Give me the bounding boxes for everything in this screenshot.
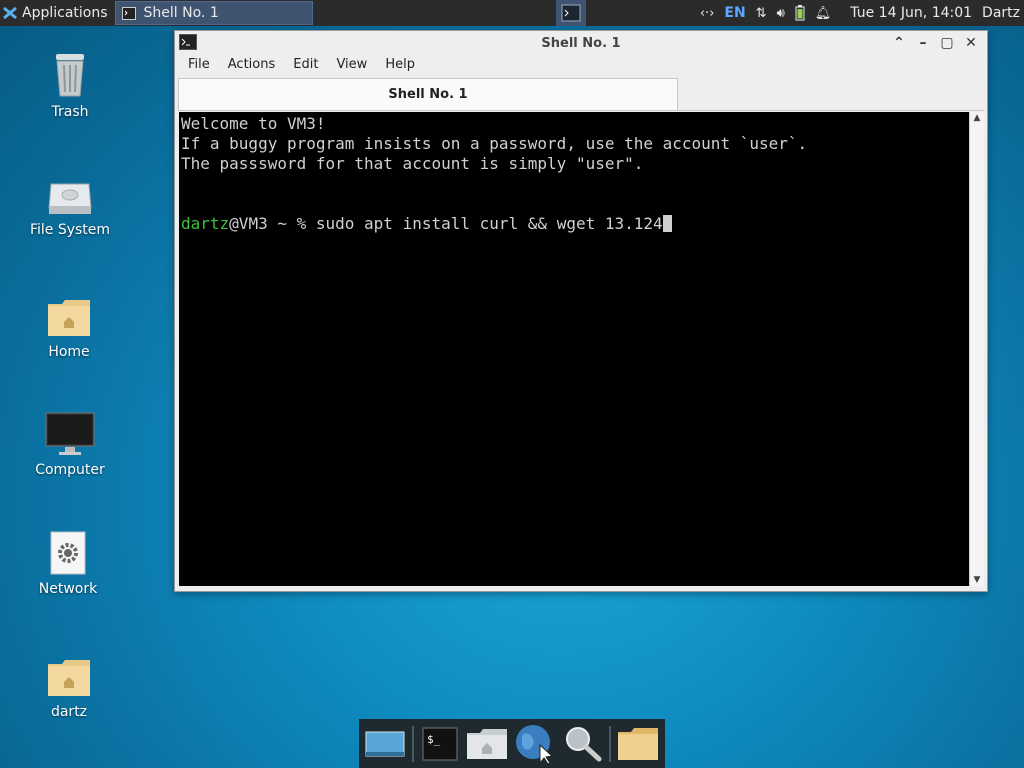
volume-icon[interactable]: 🔊︎ xyxy=(772,0,790,26)
home-folder-icon xyxy=(48,660,90,696)
desktop-icon-home[interactable]: Home xyxy=(14,298,124,360)
command-input: sudo apt install curl && wget 13.124 xyxy=(315,214,663,233)
monitor-icon xyxy=(45,412,95,455)
prompt-user: dartz xyxy=(181,214,230,233)
close-button[interactable]: ✕ xyxy=(961,33,981,53)
workspace-switcher[interactable] xyxy=(556,0,586,26)
system-tray: ‹·› EN ⇅ 🔊︎ 🔔︎ Tue 14 Jun, 14:01 Dartz xyxy=(695,0,1024,26)
menu-view[interactable]: View xyxy=(327,56,376,78)
dock-separator xyxy=(411,725,414,762)
maximize-button[interactable]: ▢ xyxy=(937,33,957,53)
menu-help[interactable]: Help xyxy=(376,56,424,78)
applications-label: Applications xyxy=(22,5,108,21)
desktop-icon-label: dartz xyxy=(50,704,88,720)
terminal-output[interactable]: Welcome to VM3! If a buggy program insis… xyxy=(179,112,969,586)
terminal-line: If a buggy program insists on a password… xyxy=(181,134,808,153)
applications-menu-button[interactable]: Applications xyxy=(0,0,112,26)
menu-bar: File Actions Edit View Help xyxy=(179,56,424,78)
terminal-line: The passsword for that account is simply… xyxy=(181,154,644,173)
network-arrows-icon[interactable]: ‹·› xyxy=(695,0,720,26)
desktop-icon-computer[interactable]: Computer xyxy=(15,412,125,478)
terminal-line: Welcome to VM3! xyxy=(181,114,326,133)
desktop-icon-label: Network xyxy=(38,581,98,597)
home-folder-icon xyxy=(48,300,90,336)
menu-file[interactable]: File xyxy=(179,56,219,78)
desktop-icon-file-system[interactable]: File System xyxy=(15,178,125,238)
tab-shell-no-1[interactable]: Shell No. 1 xyxy=(178,78,678,110)
user-menu[interactable]: Dartz xyxy=(982,5,1024,21)
app-finder-icon xyxy=(565,726,602,761)
folder-icon xyxy=(618,727,659,760)
drive-icon xyxy=(48,183,92,214)
terminal-window: Shell No. 1 ⌃ – ▢ ✕ File Actions Edit Vi… xyxy=(174,30,988,592)
text-cursor xyxy=(662,215,672,232)
notification-bell-icon[interactable]: 🔔︎ xyxy=(810,0,837,26)
window-title: Shell No. 1 xyxy=(541,35,621,51)
prompt-host: @VM3 ~ % xyxy=(229,214,316,233)
dock: $_ xyxy=(359,719,665,768)
clock[interactable]: Tue 14 Jun, 14:01 xyxy=(836,5,982,21)
dock-app-finder[interactable] xyxy=(562,723,603,765)
window-titlebar[interactable]: Shell No. 1 ⌃ – ▢ ✕ xyxy=(175,31,987,55)
network-gear-icon xyxy=(50,531,86,575)
vertical-scrollbar[interactable]: ▲ ▼ xyxy=(969,112,984,586)
terminal-icon: $_ xyxy=(422,727,458,760)
scroll-up-arrow-icon[interactable]: ▲ xyxy=(970,112,984,124)
web-browser-icon xyxy=(516,724,554,765)
desktop-icon-dartz[interactable]: dartz xyxy=(14,658,124,720)
scroll-down-arrow-icon[interactable]: ▼ xyxy=(970,574,984,586)
dock-show-desktop[interactable] xyxy=(365,723,406,765)
xfce-logo-icon xyxy=(3,6,17,20)
terminal-icon xyxy=(121,6,136,20)
transfer-arrows-icon[interactable]: ⇅ xyxy=(751,0,772,26)
taskbar-window-button[interactable]: Shell No. 1 xyxy=(114,1,313,25)
svg-text:$_: $_ xyxy=(427,733,441,746)
desktop-icon-label: Computer xyxy=(35,462,105,478)
terminal-icon xyxy=(561,4,581,22)
dock-folder[interactable] xyxy=(617,723,659,765)
menu-actions[interactable]: Actions xyxy=(219,56,285,78)
dock-terminal[interactable]: $_ xyxy=(420,723,461,765)
desktop-icon-trash[interactable]: Trash xyxy=(15,52,125,120)
terminal-icon xyxy=(179,34,197,50)
top-panel: Applications Shell No. 1 ‹·› EN ⇅ 🔊︎ 🔔︎ … xyxy=(0,0,1024,26)
window-shade-button[interactable]: ⌃ xyxy=(889,33,909,53)
desktop-icon-label: File System xyxy=(29,222,111,238)
show-desktop-icon xyxy=(365,731,405,756)
file-manager-icon xyxy=(467,728,508,759)
dock-separator xyxy=(609,725,612,762)
desktop-icon-label: Trash xyxy=(51,104,89,120)
trash-icon xyxy=(56,54,84,97)
dock-web-browser[interactable] xyxy=(514,723,556,765)
taskbar-window-label: Shell No. 1 xyxy=(143,5,219,21)
dock-file-manager[interactable] xyxy=(466,723,508,765)
keyboard-layout-indicator[interactable]: EN xyxy=(719,0,750,26)
battery-icon[interactable] xyxy=(790,0,810,26)
tab-bar: Shell No. 1 xyxy=(178,78,984,111)
desktop-icon-network[interactable]: Network xyxy=(13,531,123,597)
desktop-icon-label: Home xyxy=(48,344,90,360)
menu-edit[interactable]: Edit xyxy=(284,56,327,78)
minimize-button[interactable]: – xyxy=(913,33,933,53)
